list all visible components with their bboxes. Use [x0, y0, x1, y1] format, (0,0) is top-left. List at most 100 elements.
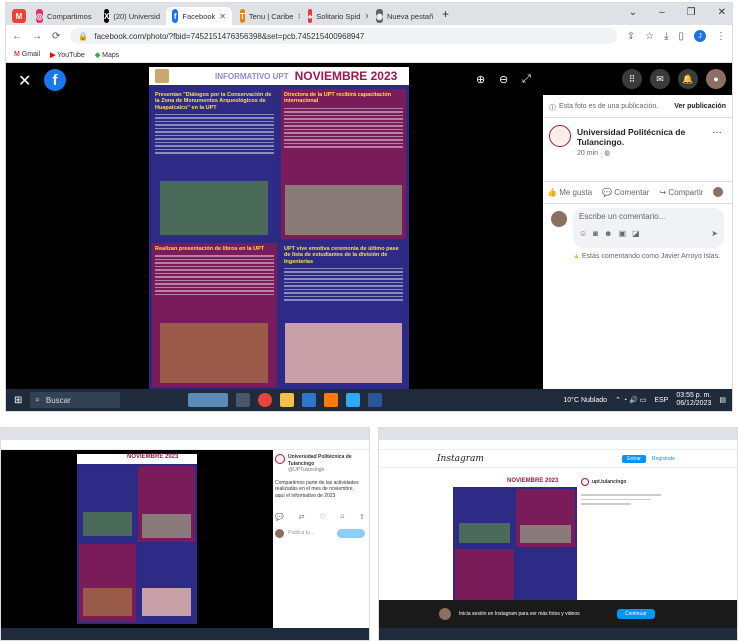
download-icon[interactable]: ⤓: [664, 31, 668, 42]
apps-menu-icon[interactable]: ⠿: [622, 69, 642, 89]
clock[interactable]: 03:55 p. m. 06/12/2023: [676, 392, 711, 407]
login-button[interactable]: Entrar: [622, 454, 646, 463]
tab-label: Compartimos: [46, 11, 92, 21]
notifications-icon[interactable]: ▤: [719, 396, 726, 404]
minimize-button[interactable]: –: [659, 7, 665, 18]
close-window-button[interactable]: ✕: [718, 7, 726, 18]
fullscreen-icon[interactable]: ⤢: [522, 73, 531, 86]
page-avatar[interactable]: [549, 125, 571, 147]
bookmark-star-icon[interactable]: ☆: [645, 31, 654, 42]
tab-close-icon[interactable]: ✕: [297, 12, 300, 21]
chevron-down-icon[interactable]: ⌄: [629, 7, 637, 18]
taskbar-widget-image[interactable]: [188, 393, 229, 407]
like-button[interactable]: 👍 Me gusta: [547, 188, 592, 197]
audience-avatar[interactable]: [713, 187, 724, 197]
account-handle[interactable]: @UPTulancingo: [288, 467, 365, 474]
sticker-icon[interactable]: ◪: [632, 229, 640, 238]
photoshop-icon[interactable]: [346, 393, 361, 407]
new-tab-button[interactable]: +: [442, 7, 449, 21]
sidepanel-icon[interactable]: ▯: [678, 31, 684, 42]
account-name[interactable]: Universidad Politécnica de Tulancingo: [288, 454, 365, 467]
address-bar-row: [379, 440, 737, 450]
browser-tab[interactable]: f Facebook ✕: [166, 7, 232, 25]
bookmark-youtube[interactable]: ▶ YouTube: [50, 51, 85, 59]
tab-label: (20) Universid: [113, 11, 161, 21]
bookmark-icon[interactable]: ⌑: [341, 513, 345, 521]
tab-close-icon[interactable]: ✕: [219, 12, 226, 21]
language[interactable]: ESP: [654, 397, 668, 404]
browser-tab[interactable]: ◉Nueva pestañ✕: [370, 7, 436, 25]
chrome-icon[interactable]: [258, 393, 273, 407]
maximize-button[interactable]: ❐: [687, 7, 696, 18]
profile-avatar[interactable]: J: [694, 30, 706, 42]
forward-icon[interactable]: →: [32, 31, 42, 42]
like-icon[interactable]: ♡: [319, 513, 325, 521]
windows-taskbar: ⊞ ⌕ Buscar 10°C Nublado ⌃ ◔ 🔊 ▭ ESP 03:55…: [6, 389, 732, 411]
zoom-in-icon[interactable]: ⊕: [476, 73, 485, 86]
avatar-sticker-icon[interactable]: ☺: [579, 229, 587, 238]
tab-close-icon[interactable]: ✕: [364, 12, 368, 21]
browser-tab[interactable]: M: [12, 7, 28, 25]
page-name[interactable]: Universidad Politécnica de Tulancingo.: [577, 127, 697, 147]
messenger-icon[interactable]: ✉: [650, 69, 670, 89]
account-name[interactable]: upt.tulancingo: [592, 479, 626, 486]
newsletter-poster: NOVIEMBRE 2023: [77, 454, 197, 624]
word-icon[interactable]: [368, 393, 383, 407]
task-view-icon[interactable]: [236, 393, 251, 407]
banner-continue-button[interactable]: Continuar: [617, 609, 655, 619]
back-icon[interactable]: ←: [12, 31, 22, 42]
account-avatar[interactable]: [275, 454, 285, 464]
photo-viewer: ✕ f ⊕ ⊖ ⤢ INFORMATIVO UPT NOVIEMBRE 2023…: [6, 63, 543, 390]
comment-input[interactable]: Escribe un comentario...: [579, 212, 718, 221]
reply-icon[interactable]: 💬: [275, 513, 284, 521]
emoji-icon[interactable]: ☻: [604, 229, 612, 238]
browser-tab[interactable]: ◎Compartimos✕: [30, 7, 96, 25]
tray-icons[interactable]: ⌃ ◔ 🔊 ▭: [615, 396, 646, 404]
share-icon[interactable]: ⇪: [359, 513, 365, 521]
browser-tab[interactable]: ♠Solitario Spid✕: [302, 7, 368, 25]
facebook-logo[interactable]: f: [44, 69, 66, 91]
zoom-out-icon[interactable]: ⊖: [499, 73, 508, 86]
illustrator-icon[interactable]: [324, 393, 339, 407]
share-button[interactable]: ↪ Compartir: [659, 188, 703, 197]
windows-start-icon[interactable]: ⊞: [14, 395, 22, 406]
article-panel-1: Presentan "Diálogos por la Conservación …: [152, 89, 277, 239]
gif-icon[interactable]: ▣: [618, 229, 626, 238]
bell-icon[interactable]: 🔔: [678, 69, 698, 89]
view-post-link[interactable]: Ver publicación: [674, 103, 726, 113]
reply-button[interactable]: [337, 529, 365, 538]
camera-icon[interactable]: ◙: [593, 229, 598, 238]
retweet-icon[interactable]: ⇄: [299, 513, 305, 521]
poster-month: NOVIEMBRE 2023: [294, 69, 398, 83]
menu-icon[interactable]: ⋮: [716, 31, 726, 42]
article-panel-4: [516, 549, 575, 604]
bookmark-gmail[interactable]: M Gmail: [14, 51, 40, 58]
send-icon[interactable]: ➤: [711, 229, 718, 238]
close-icon[interactable]: ✕: [18, 71, 31, 91]
comment-box[interactable]: Escribe un comentario... ☺ ◙ ☻ ▣ ◪ ➤: [573, 208, 724, 248]
store-icon[interactable]: [302, 393, 317, 407]
weather[interactable]: 10°C Nublado: [563, 397, 607, 404]
browser-tab[interactable]: X(20) Universid✕: [98, 7, 164, 25]
poster-label: INFORMATIVO UPT: [215, 71, 289, 81]
signup-link[interactable]: Regístrate: [652, 456, 675, 462]
file-explorer-icon[interactable]: [280, 393, 295, 407]
window-controls: ⌄ – ❐ ✕: [629, 7, 726, 18]
tweet-text: Compartimos parte de las actividades rea…: [275, 479, 359, 499]
post-notice-row: ⓘ Esta foto es de una publicación. Ver p…: [549, 103, 726, 113]
account-avatar[interactable]: ●: [706, 69, 726, 89]
account-avatar[interactable]: [581, 478, 589, 486]
browser-tab[interactable]: TTenu | Caribe✕: [234, 7, 300, 25]
url-field[interactable]: 🔒 facebook.com/photo/?fbid=7452151476356…: [70, 28, 617, 44]
newsletter-poster: NOVIEMBRE 2023: [453, 478, 577, 606]
taskbar-search[interactable]: ⌕ Buscar: [30, 392, 121, 408]
comment-button[interactable]: 💬 Comentar: [602, 188, 649, 197]
reload-icon[interactable]: ⟳: [52, 31, 60, 42]
tab-favicon-icon: X: [104, 9, 110, 23]
article-panel-2: [516, 489, 575, 547]
more-options-icon[interactable]: ···: [712, 127, 722, 138]
reply-input[interactable]: Publica tu...: [288, 530, 314, 537]
bookmark-maps[interactable]: ◆ Maps: [95, 51, 119, 59]
instagram-logo[interactable]: Instagram: [437, 454, 484, 464]
share-icon[interactable]: ⇪: [627, 31, 635, 42]
